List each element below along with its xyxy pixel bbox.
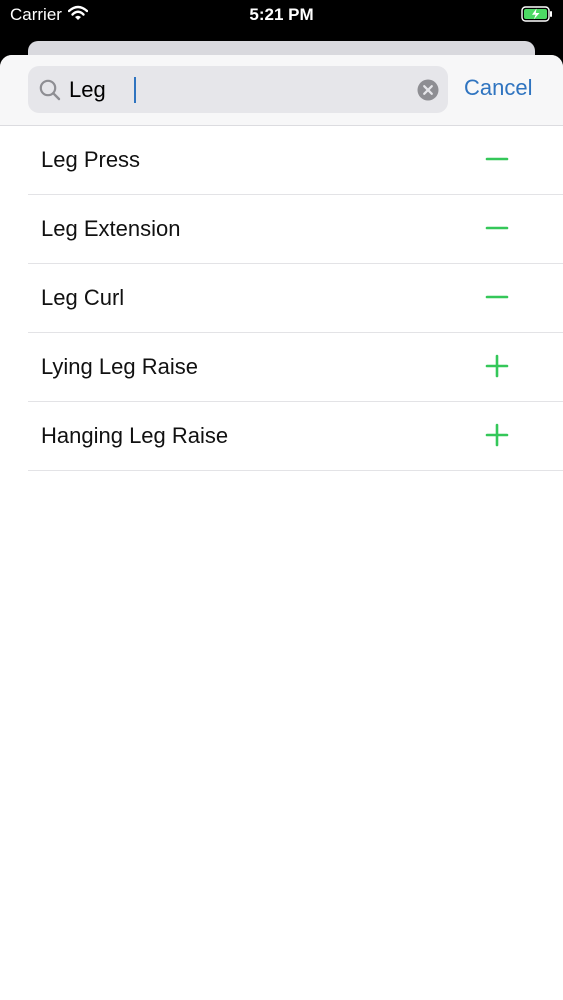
- exercise-label: Leg Curl: [41, 285, 125, 310]
- search-bar: Cancel: [0, 55, 563, 126]
- exercise-label: Lying Leg Raise: [41, 354, 198, 379]
- clock: 5:21 PM: [249, 5, 314, 24]
- search-sheet: Cancel Leg Press Leg Extension Leg Curl …: [0, 55, 563, 1000]
- exercise-list: Leg Press Leg Extension Leg Curl Lying L…: [0, 126, 563, 471]
- list-item[interactable]: Leg Curl: [28, 264, 563, 333]
- minus-icon[interactable]: [484, 284, 510, 310]
- list-item[interactable]: Leg Press: [28, 126, 563, 195]
- exercise-label: Hanging Leg Raise: [41, 423, 229, 448]
- list-item[interactable]: Hanging Leg Raise: [28, 402, 563, 471]
- plus-icon[interactable]: [484, 422, 510, 448]
- clear-icon[interactable]: [417, 79, 439, 101]
- text-cursor: [134, 77, 136, 103]
- status-bar: Carrier 5:21 PM: [0, 0, 563, 30]
- plus-icon[interactable]: [484, 353, 510, 379]
- search-icon: [39, 79, 61, 101]
- exercise-label: Leg Extension: [41, 216, 181, 241]
- cancel-button[interactable]: Cancel: [464, 75, 532, 101]
- battery-charging-icon: [521, 6, 552, 22]
- list-item[interactable]: Leg Extension: [28, 195, 563, 264]
- list-item[interactable]: Lying Leg Raise: [28, 333, 563, 402]
- exercise-label: Leg Press: [41, 147, 141, 172]
- minus-icon[interactable]: [484, 215, 510, 241]
- minus-icon[interactable]: [484, 146, 510, 172]
- search-field[interactable]: [28, 66, 448, 113]
- search-input[interactable]: [69, 66, 399, 113]
